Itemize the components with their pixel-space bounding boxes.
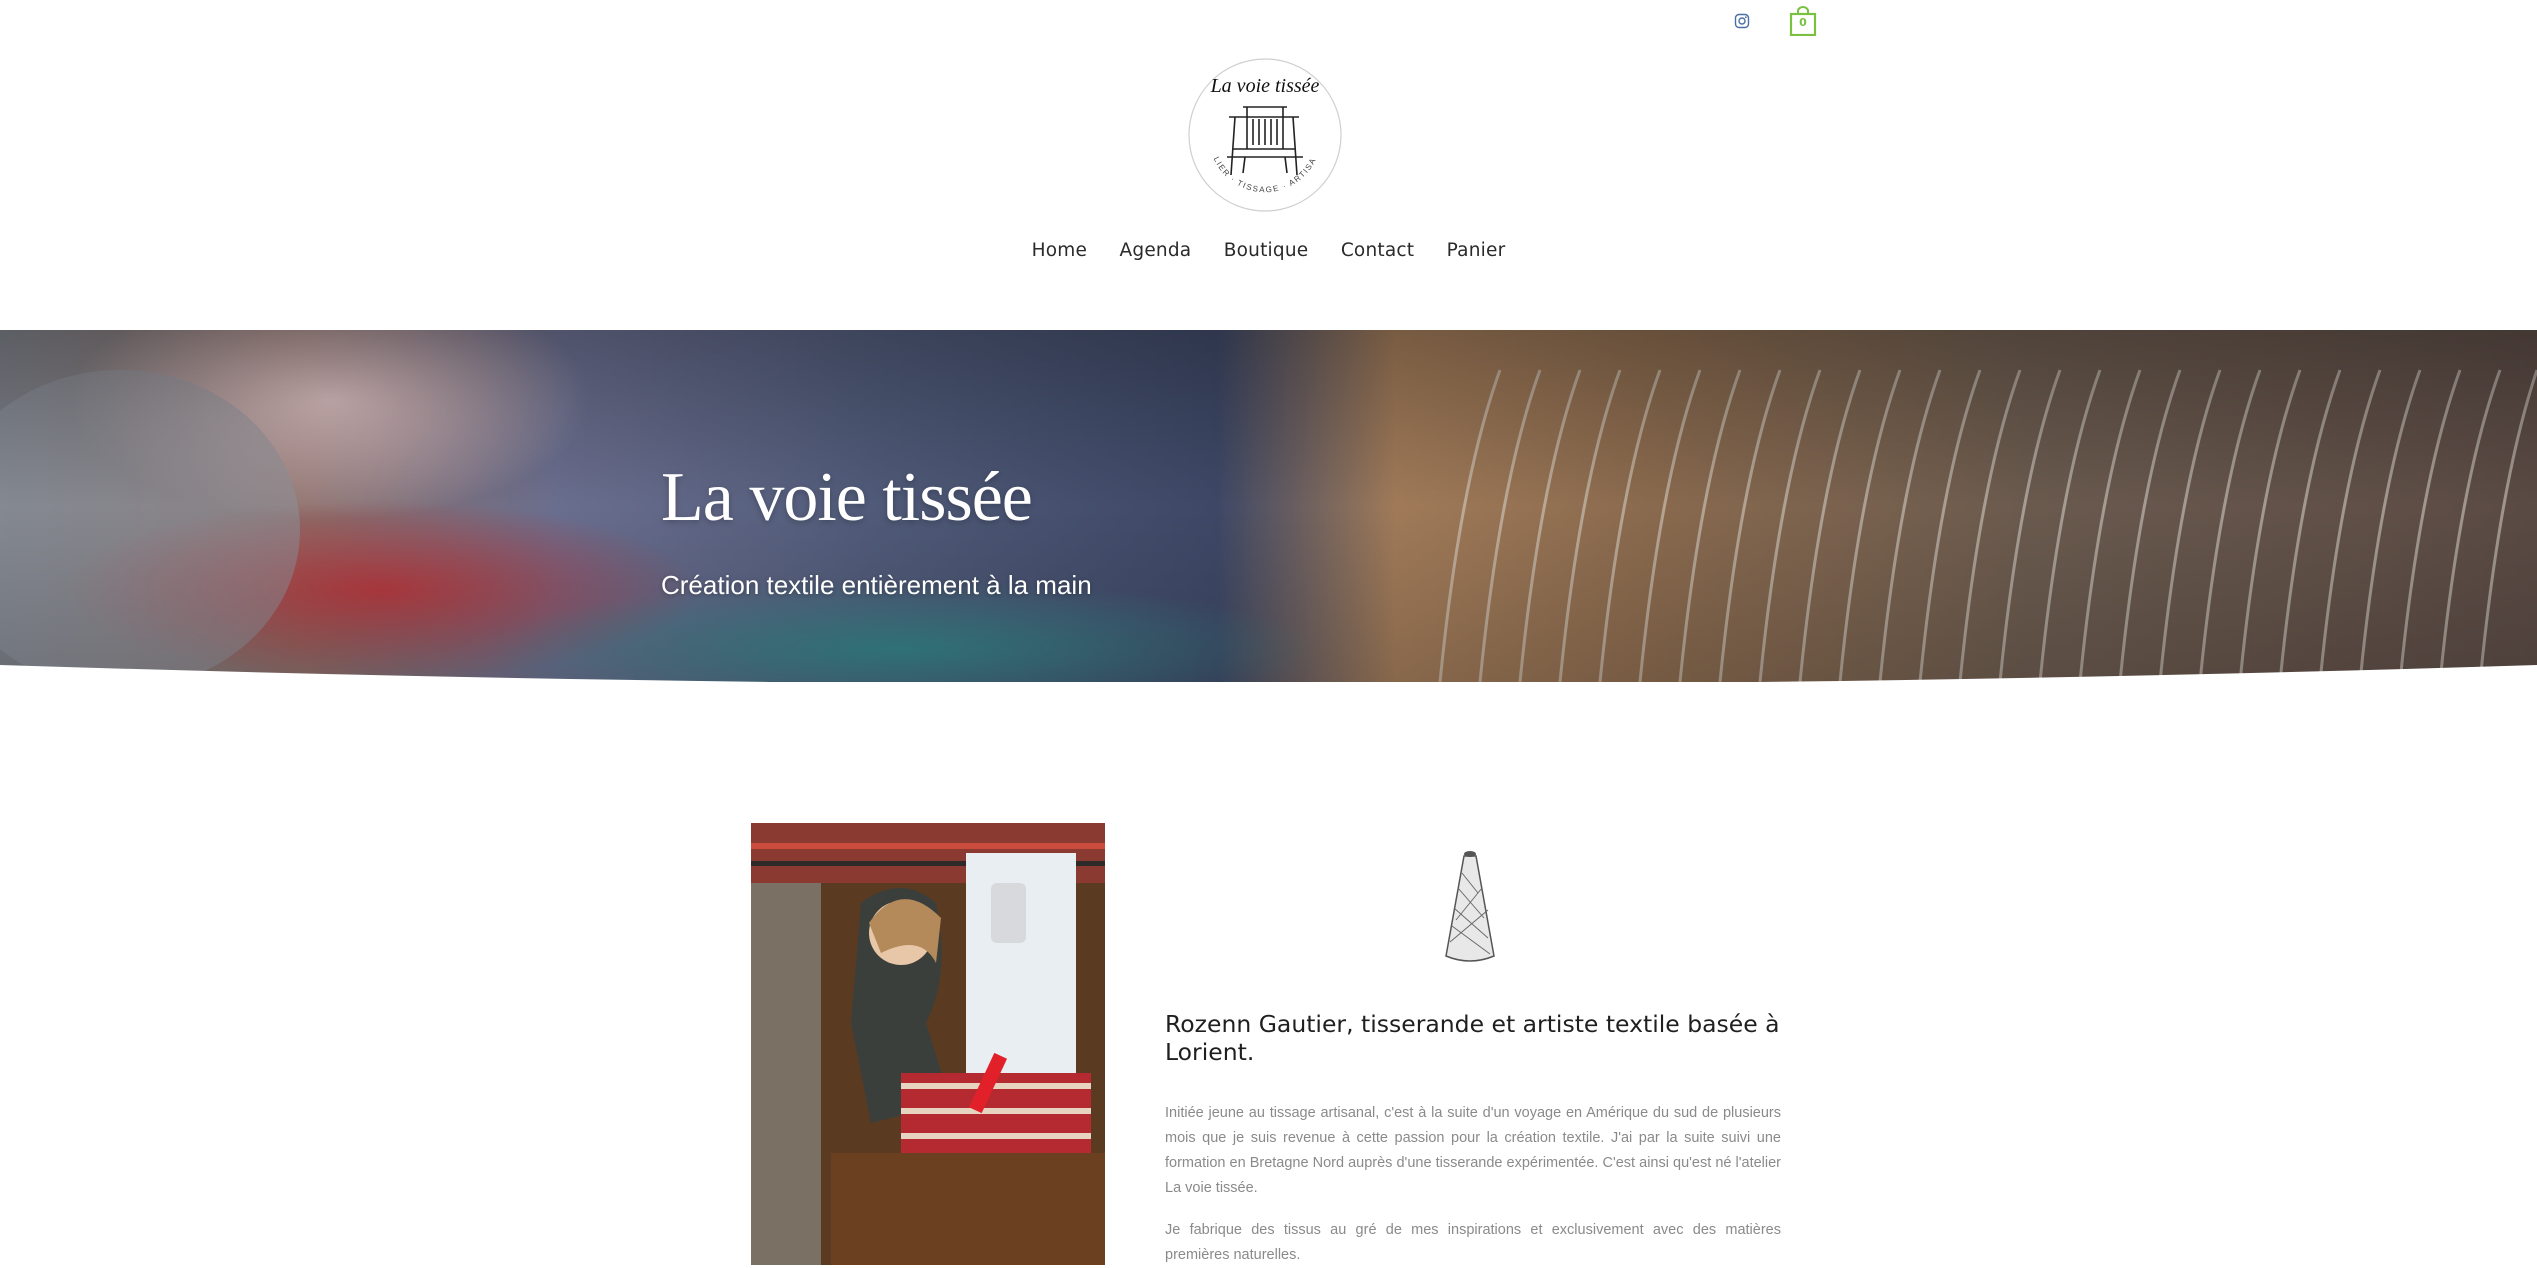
thread-bobbin-icon	[1445, 851, 1495, 962]
about-paragraph: Je fabrique des tissus au gré de mes ins…	[1165, 1222, 1781, 1263]
logo-title: La voie tissée	[1210, 75, 1320, 97]
weaver-photo	[751, 823, 1105, 1265]
nav-home[interactable]: Home	[1032, 240, 1087, 261]
hero-title: La voie tissée	[661, 459, 1033, 536]
top-bar: 0	[0, 0, 2537, 45]
main-nav: Home Agenda Boutique Contact Panier	[0, 240, 2537, 261]
hero-banner: La voie tissée Création textile entièrem…	[0, 330, 2537, 682]
site-logo[interactable]: La voie tissée ATELIER · TISSAGE · ARTIS…	[1187, 57, 1343, 213]
about-paragraph: Initiée jeune au tissage artisanal, c'es…	[1165, 1105, 1781, 1196]
hero-subtitle: Création textile entièrement à la main	[661, 570, 1092, 600]
nav-boutique[interactable]: Boutique	[1224, 240, 1309, 261]
cart-button[interactable]: 0	[1789, 6, 1817, 36]
hero-background-image	[0, 330, 2537, 682]
cart-count: 0	[1799, 16, 1807, 29]
about-heading: Rozenn Gautier, tisserande et artiste te…	[1165, 1010, 1780, 1066]
instagram-icon[interactable]	[1734, 13, 1750, 29]
nav-panier[interactable]: Panier	[1447, 240, 1506, 261]
nav-contact[interactable]: Contact	[1341, 240, 1414, 261]
nav-agenda[interactable]: Agenda	[1120, 240, 1192, 261]
